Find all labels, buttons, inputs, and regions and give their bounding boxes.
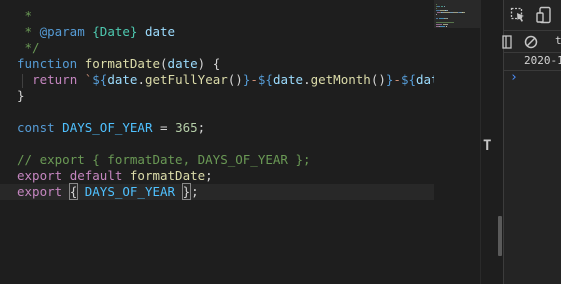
devtools-panel: to 2020-1 › [502, 0, 561, 284]
code-token: @param [39, 24, 85, 39]
scrollbar-overview-marker: T [483, 138, 492, 154]
code-token: return [32, 72, 78, 87]
code-token: export [17, 168, 63, 183]
code-token: ; [205, 168, 213, 183]
code-token: {Date} [92, 24, 138, 39]
code-token: ) { [197, 56, 221, 71]
code-line[interactable]: export { DAYS_OF_YEAR }; [0, 183, 451, 200]
code-line[interactable]: // export { formatDate, DAYS_OF_YEAR }; [17, 152, 311, 168]
code-token: * [17, 24, 40, 39]
code-token: } [17, 88, 25, 103]
code-line[interactable]: */ [17, 40, 40, 56]
inspect-element-icon[interactable] [510, 7, 526, 27]
execution-context-selector[interactable]: to [555, 34, 561, 47]
code-token: = [152, 120, 176, 135]
code-token: ${ [257, 72, 273, 87]
editor-scrollbar-thumb[interactable] [498, 216, 502, 256]
indent-guide [22, 74, 23, 88]
code-token: function [17, 56, 78, 71]
code-token: date [272, 72, 304, 87]
code-token: . [137, 72, 145, 87]
code-token: formatDate [129, 168, 206, 183]
code-token: default [69, 168, 123, 183]
code-line[interactable]: function formatDate(date) { [17, 56, 220, 72]
code-token: - [250, 72, 258, 87]
sidebar-toggle-icon[interactable] [502, 34, 512, 53]
console-toolbar: to [502, 30, 561, 53]
code-editor[interactable]: * * @param {Date} date */function format… [0, 0, 488, 284]
code-token: ; [197, 120, 206, 135]
code-token: - [393, 72, 401, 87]
code-token: getMonth [310, 72, 371, 87]
code-token: ( [160, 56, 168, 71]
code-token: ${ [400, 72, 417, 87]
console-prompt-icon: › [510, 70, 518, 85]
code-token: () [370, 72, 386, 87]
devtools-toolbar [504, 0, 561, 31]
code-token: */ [17, 40, 40, 55]
code-token: date [167, 56, 198, 71]
code-line[interactable]: return `${date.getFullYear()}-${date.get… [17, 72, 488, 88]
code-token: ${ [92, 72, 108, 87]
console-log-text: 2020-1 [524, 54, 561, 67]
code-line[interactable]: } [17, 88, 25, 104]
device-toolbar-icon[interactable] [536, 6, 552, 28]
code-token: ; [191, 184, 199, 199]
code-token: DAYS_OF_YEAR [62, 120, 153, 135]
minimap-slider[interactable] [434, 0, 482, 28]
code-token: () [227, 72, 243, 87]
code-token: getFullYear [144, 72, 228, 87]
console-input[interactable]: › [504, 70, 561, 90]
code-token: 365 [175, 120, 198, 135]
code-token: // export { formatDate, DAYS_OF_YEAR }; [17, 152, 311, 167]
minimap[interactable] [434, 0, 480, 284]
code-token: DAYS_OF_YEAR [84, 184, 176, 199]
code-line[interactable]: export default formatDate; [17, 168, 213, 184]
code-token: const [17, 120, 55, 135]
console-message: 2020-1 [504, 52, 561, 71]
code-token: date [107, 72, 138, 87]
code-token: date [144, 24, 176, 39]
code-token: . [303, 72, 311, 87]
code-token: export [17, 184, 63, 199]
code-line[interactable]: const DAYS_OF_YEAR = 365; [17, 120, 205, 136]
code-token: } [181, 183, 192, 200]
code-token: formatDate [84, 56, 161, 71]
clear-console-icon[interactable] [524, 34, 538, 53]
code-line[interactable]: * [17, 8, 33, 24]
code-line[interactable]: * @param {Date} date [17, 24, 176, 40]
code-token: * [17, 8, 33, 23]
